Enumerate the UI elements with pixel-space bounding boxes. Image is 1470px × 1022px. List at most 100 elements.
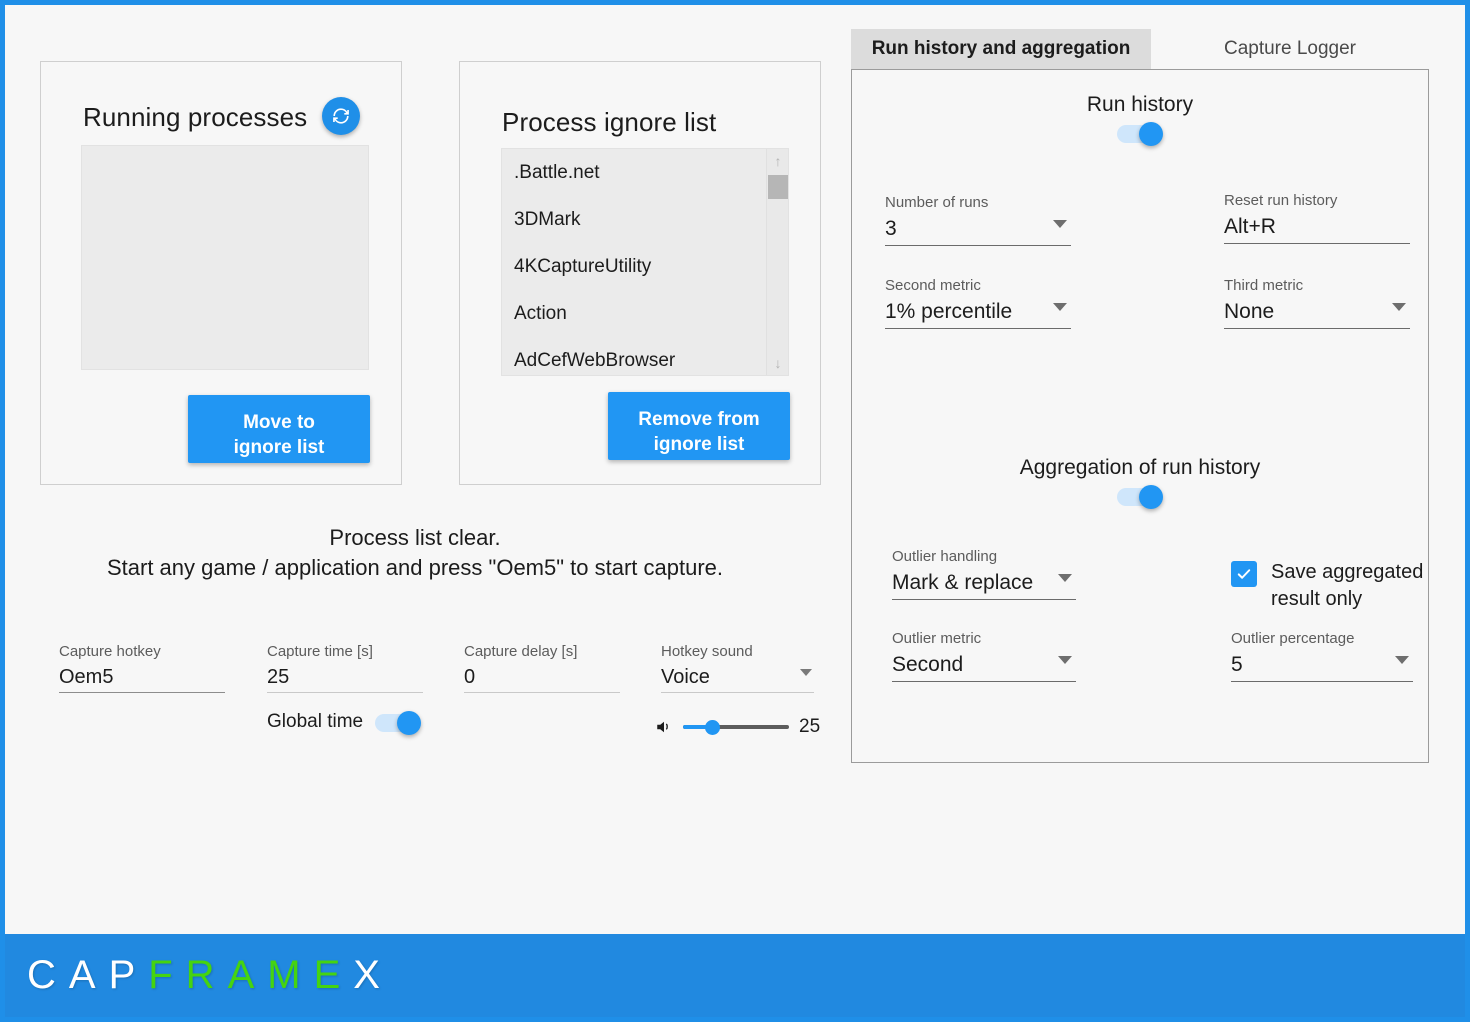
chevron-down-icon[interactable] xyxy=(1058,574,1072,582)
reset-run-history-label: Reset run history xyxy=(1224,192,1338,209)
save-aggregated-result-row: Save aggregated result only xyxy=(1231,559,1428,613)
run-history-section-title: Run history xyxy=(1086,93,1194,116)
outlier-metric-label: Outlier metric xyxy=(892,630,982,647)
run-history-toggle[interactable] xyxy=(1117,122,1163,146)
toggle-knob xyxy=(397,711,422,735)
capture-delay-label: Capture delay [s] xyxy=(464,643,578,660)
capture-hotkey-label: Capture hotkey xyxy=(59,643,161,660)
tab-bar: Run history and aggregation Capture Logg… xyxy=(851,29,1429,69)
footer-bar: CAPFRAMEX xyxy=(5,934,1465,1017)
outlier-handling-dropdown[interactable]: Outlier handling Mark & replace xyxy=(892,548,1076,600)
list-item[interactable]: AdCefWebBrowser xyxy=(502,337,788,375)
application-window: Running processes Move to ignore list Pro… xyxy=(0,0,1470,1022)
status-line-2: Start any game / application and press "… xyxy=(106,555,724,580)
capture-hotkey-value[interactable]: Oem5 xyxy=(59,662,225,692)
field-underline xyxy=(1224,243,1410,244)
field-underline xyxy=(892,681,1076,682)
arrow-up-icon[interactable]: ↑ xyxy=(767,149,788,173)
capture-time-field[interactable]: Capture time [s] 25 xyxy=(267,643,423,693)
list-item[interactable]: 3DMark xyxy=(502,196,788,243)
process-ignore-list-title: Process ignore list xyxy=(502,107,717,137)
list-item[interactable]: .Battle.net xyxy=(502,149,788,196)
save-aggregated-result-checkbox[interactable] xyxy=(1231,561,1257,587)
logo-x: X xyxy=(353,953,393,997)
outlier-handling-label: Outlier handling xyxy=(892,548,998,565)
tab-capture-logger[interactable]: Capture Logger xyxy=(1151,29,1429,69)
main-content-area: Running processes Move to ignore list Pro… xyxy=(5,5,1465,1017)
third-metric-dropdown[interactable]: Third metric None xyxy=(1224,277,1410,329)
capture-delay-field[interactable]: Capture delay [s] 0 xyxy=(464,643,620,693)
check-icon xyxy=(1237,569,1251,579)
toggle-knob xyxy=(1139,122,1163,146)
capture-time-label: Capture time [s] xyxy=(267,643,373,660)
outlier-percentage-dropdown[interactable]: Outlier percentage 5 xyxy=(1231,630,1413,682)
field-underline xyxy=(885,328,1071,329)
number-of-runs-value[interactable]: 3 xyxy=(885,213,1071,245)
hotkey-sound-value[interactable]: Voice xyxy=(661,662,814,692)
capture-delay-value[interactable]: 0 xyxy=(464,662,620,692)
reset-run-history-value[interactable]: Alt+R xyxy=(1224,211,1410,243)
global-time-toggle[interactable] xyxy=(375,711,422,735)
number-of-runs-label: Number of runs xyxy=(885,194,989,211)
second-metric-label: Second metric xyxy=(885,277,981,294)
remove-from-ignore-list-button[interactable]: Remove from ignore list xyxy=(608,392,790,460)
aggregation-toggle[interactable] xyxy=(1117,485,1163,509)
chevron-down-icon[interactable] xyxy=(1058,656,1072,664)
move-button-line2: ignore list xyxy=(233,437,325,458)
refresh-icon[interactable] xyxy=(322,97,360,135)
outlier-handling-value[interactable]: Mark & replace xyxy=(892,567,1076,599)
ignore-listbox[interactable]: .Battle.net 3DMark 4KCaptureUtility Acti… xyxy=(501,148,789,376)
ignore-list-scrollbar[interactable]: ↑ ↓ xyxy=(766,149,788,375)
capture-hotkey-field[interactable]: Capture hotkey Oem5 xyxy=(59,643,225,693)
outlier-metric-dropdown[interactable]: Outlier metric Second xyxy=(892,630,1076,682)
move-to-ignore-list-button[interactable]: Move to ignore list xyxy=(188,395,370,463)
scrollbar-thumb[interactable] xyxy=(768,175,788,199)
hotkey-volume-row: 25 xyxy=(655,716,820,738)
field-underline xyxy=(661,692,814,693)
running-processes-card: Running processes Move to ignore list xyxy=(40,61,402,485)
outlier-percentage-value[interactable]: 5 xyxy=(1231,649,1413,681)
chevron-down-icon[interactable] xyxy=(1392,303,1406,311)
slider-knob[interactable] xyxy=(705,720,720,735)
tab-run-history-and-aggregation[interactable]: Run history and aggregation xyxy=(851,29,1151,69)
reset-run-history-field[interactable]: Reset run history Alt+R xyxy=(1224,192,1410,244)
speaker-icon xyxy=(657,721,668,733)
second-metric-dropdown[interactable]: Second metric 1% percentile xyxy=(885,277,1071,329)
process-ignore-list-card: Process ignore list .Battle.net 3DMark 4… xyxy=(459,61,821,485)
move-button-line1: Move to xyxy=(243,412,315,433)
third-metric-value[interactable]: None xyxy=(1224,296,1410,328)
second-metric-value[interactable]: 1% percentile xyxy=(885,296,1071,328)
outlier-metric-value[interactable]: Second xyxy=(892,649,1076,681)
global-time-row: Global time xyxy=(267,711,422,735)
field-underline xyxy=(464,692,620,693)
chevron-down-icon[interactable] xyxy=(1053,220,1067,228)
logo-frame: FRAME xyxy=(148,953,354,997)
chevron-down-icon[interactable] xyxy=(800,669,812,676)
running-processes-listbox[interactable] xyxy=(81,145,369,370)
field-underline xyxy=(885,245,1071,246)
remove-button-line1: Remove from xyxy=(638,409,760,430)
number-of-runs-dropdown[interactable]: Number of runs 3 xyxy=(885,194,1071,246)
remove-button-line2: ignore list xyxy=(653,434,745,455)
global-time-label: Global time xyxy=(267,711,364,732)
status-line-1: Process list clear. xyxy=(329,525,501,550)
chevron-down-icon[interactable] xyxy=(1395,656,1409,664)
arrow-down-icon[interactable]: ↓ xyxy=(767,351,788,375)
volume-slider[interactable] xyxy=(683,718,789,736)
field-underline xyxy=(267,692,423,693)
logo-cap: CAP xyxy=(27,953,149,997)
toggle-knob xyxy=(1139,485,1163,509)
outlier-percentage-label: Outlier percentage xyxy=(1231,630,1355,647)
volume-value: 25 xyxy=(799,716,821,737)
chevron-down-icon[interactable] xyxy=(1053,303,1067,311)
capture-time-value[interactable]: 25 xyxy=(267,662,423,692)
hotkey-sound-dropdown[interactable]: Hotkey sound Voice xyxy=(661,643,814,693)
running-processes-title: Running processes xyxy=(83,102,308,132)
save-aggregated-result-label: Save aggregated result only xyxy=(1271,561,1424,610)
run-history-tab-panel: Run history Number of runs 3 Reset run h… xyxy=(851,69,1429,763)
status-message: Process list clear. Start any game / app… xyxy=(5,523,825,583)
aggregation-section-title: Aggregation of run history xyxy=(1019,456,1261,479)
list-item[interactable]: 4KCaptureUtility xyxy=(502,243,788,290)
field-underline xyxy=(892,599,1076,600)
list-item[interactable]: Action xyxy=(502,290,788,337)
